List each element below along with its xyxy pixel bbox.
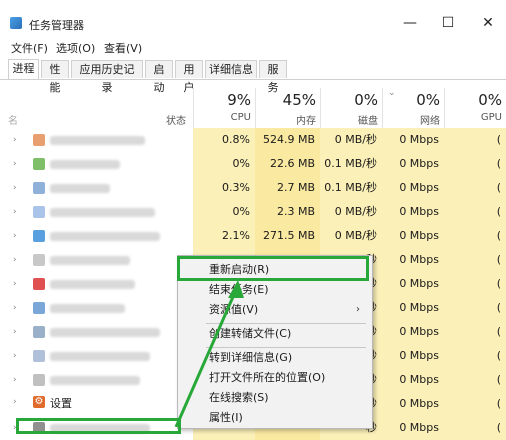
annotation-arrow — [174, 280, 244, 427]
